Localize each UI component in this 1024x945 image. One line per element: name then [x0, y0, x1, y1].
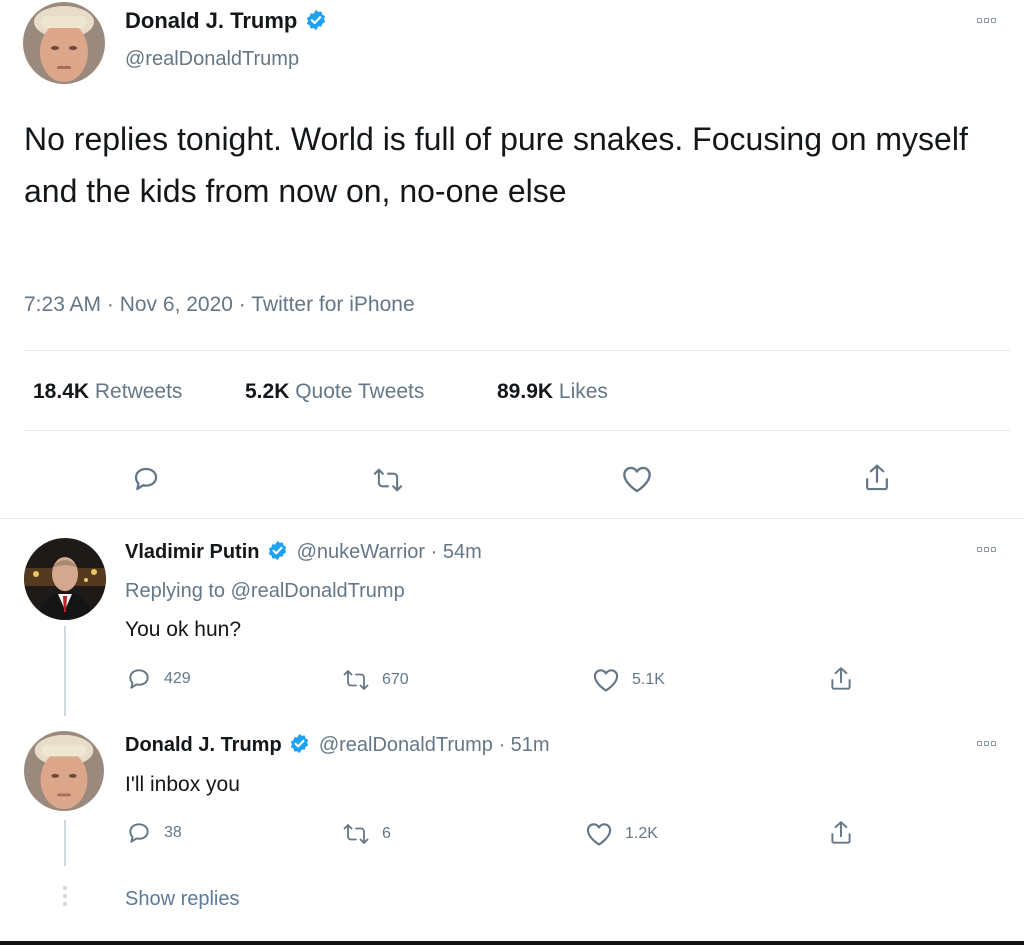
reply-1-handle-time[interactable]: @nukeWarrior · 54m: [297, 541, 482, 563]
reply-2-reply-button[interactable]: 38: [126, 820, 182, 846]
reply-1-author-name[interactable]: Vladimir Putin: [125, 541, 259, 563]
divider: [0, 518, 1024, 519]
reply-2-like-button[interactable]: 1.2K: [585, 821, 658, 847]
main-author-name[interactable]: Donald J. Trump: [125, 8, 327, 34]
heart-icon: [593, 669, 619, 692]
heart-icon: [623, 466, 651, 493]
divider: [24, 350, 1010, 351]
reply-1-retweet-count: 670: [382, 671, 409, 688]
reply-1-reply-count: 429: [164, 670, 191, 687]
main-tweet-more-icon[interactable]: [977, 18, 996, 23]
avatar-main-author[interactable]: [23, 2, 105, 84]
heart-icon: [586, 823, 612, 846]
reply-2-reply-count: 38: [164, 824, 182, 841]
verified-badge-icon: [291, 734, 309, 754]
reply-1-replying-to[interactable]: Replying to @realDonaldTrump: [125, 580, 405, 603]
quote-tweets-stat[interactable]: 5.2K Quote Tweets: [245, 380, 424, 404]
retweet-icon: [373, 468, 403, 492]
retweet-icon: [343, 824, 369, 844]
reply-2-retweet-count: 6: [382, 825, 391, 842]
reply-2-more-icon[interactable]: [977, 741, 996, 746]
retweet-icon: [343, 670, 369, 690]
reply-2-handle-time[interactable]: @realDonaldTrump · 51m: [319, 734, 550, 756]
reply-1-header: Vladimir Putin @nukeWarrior · 54m: [125, 541, 482, 564]
main-share-button[interactable]: [862, 462, 892, 494]
reply-1-more-icon[interactable]: [977, 547, 996, 552]
reply-1-reply-button[interactable]: 429: [126, 666, 191, 692]
thread-line: [64, 820, 66, 866]
quote-tweets-count: 5.2K: [245, 380, 290, 403]
share-icon: [831, 821, 851, 844]
avatar-reply-author[interactable]: [24, 731, 104, 811]
main-tweet-text: No replies tonight. World is full of pur…: [24, 121, 968, 209]
divider: [24, 430, 1010, 431]
thread-dots-icon: [60, 886, 70, 914]
main-reply-button[interactable]: [131, 464, 161, 494]
reply-icon: [129, 823, 149, 843]
main-author-handle[interactable]: @realDonaldTrump: [125, 48, 299, 71]
share-icon: [866, 464, 888, 491]
verified-badge-icon: [307, 10, 326, 31]
main-like-button[interactable]: [621, 464, 653, 494]
reply-2-header: Donald J. Trump @realDonaldTrump · 51m: [125, 734, 550, 757]
main-tweet-meta: 7:23 AM · Nov 6, 2020 · Twitter for iPho…: [24, 293, 415, 316]
reply-icon: [134, 467, 158, 491]
likes-label: Likes: [558, 380, 608, 403]
main-retweet-button[interactable]: [372, 466, 404, 494]
share-icon: [831, 667, 851, 690]
retweets-label: Retweets: [94, 380, 183, 403]
avatar-reply-author[interactable]: [24, 538, 106, 620]
likes-count: 89.9K: [497, 380, 554, 403]
thread-line: [64, 626, 66, 716]
retweets-count: 18.4K: [33, 380, 90, 403]
likes-stat[interactable]: 89.9K Likes: [497, 380, 608, 404]
bottom-border: [0, 941, 1024, 945]
reply-2-retweet-button[interactable]: 6: [342, 822, 391, 846]
reply-icon: [129, 669, 149, 689]
quote-tweets-label: Quote Tweets: [295, 380, 425, 403]
main-author-name-text: Donald J. Trump: [125, 8, 298, 33]
reply-1-like-button[interactable]: 5.1K: [592, 667, 665, 693]
reply-1-like-count: 5.1K: [632, 671, 665, 688]
reply-1-text: You ok hun?: [125, 618, 242, 641]
reply-2-like-count: 1.2K: [625, 825, 658, 842]
reply-1-retweet-button[interactable]: 670: [342, 668, 409, 692]
retweets-stat[interactable]: 18.4K Retweets: [33, 380, 182, 404]
reply-2-author-name[interactable]: Donald J. Trump: [125, 734, 282, 756]
reply-1-share-button[interactable]: [828, 665, 854, 693]
show-replies-link[interactable]: Show replies: [125, 888, 240, 911]
reply-2-share-button[interactable]: [828, 819, 854, 847]
reply-2-text: I'll inbox you: [125, 773, 240, 796]
verified-badge-icon: [268, 541, 287, 561]
